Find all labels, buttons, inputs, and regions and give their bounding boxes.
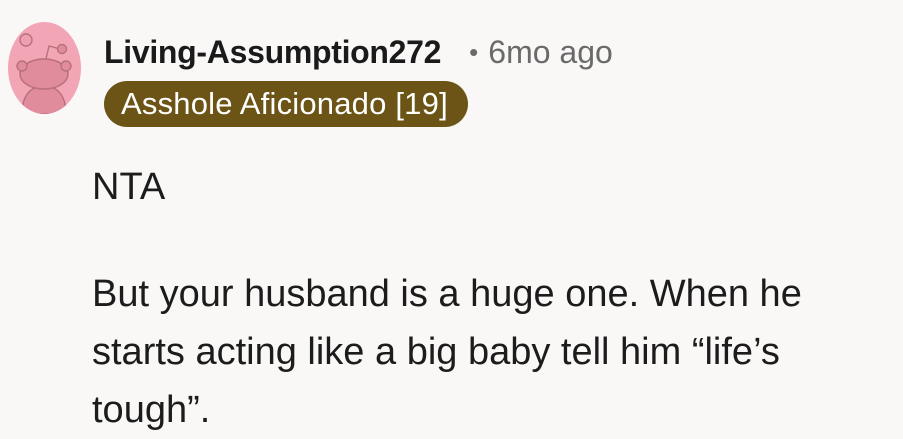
- comment: Living-Assumption272 • 6mo ago Asshole A…: [0, 0, 903, 439]
- comment-header: Living-Assumption272 • 6mo ago: [104, 30, 613, 74]
- user-flair-badge: Asshole Aficionado [19]: [104, 81, 468, 127]
- comment-paragraph: But your husband is a huge one. When he …: [92, 273, 802, 431]
- comment-paragraph: NTA: [92, 166, 166, 208]
- comment-body: NTA But your husband is a huge one. When…: [92, 158, 892, 439]
- author-username-link[interactable]: Living-Assumption272: [104, 34, 441, 71]
- comment-timestamp-link[interactable]: 6mo ago: [488, 34, 613, 71]
- reddit-snoo-avatar-icon[interactable]: [8, 22, 81, 114]
- separator-dot: •: [469, 36, 479, 67]
